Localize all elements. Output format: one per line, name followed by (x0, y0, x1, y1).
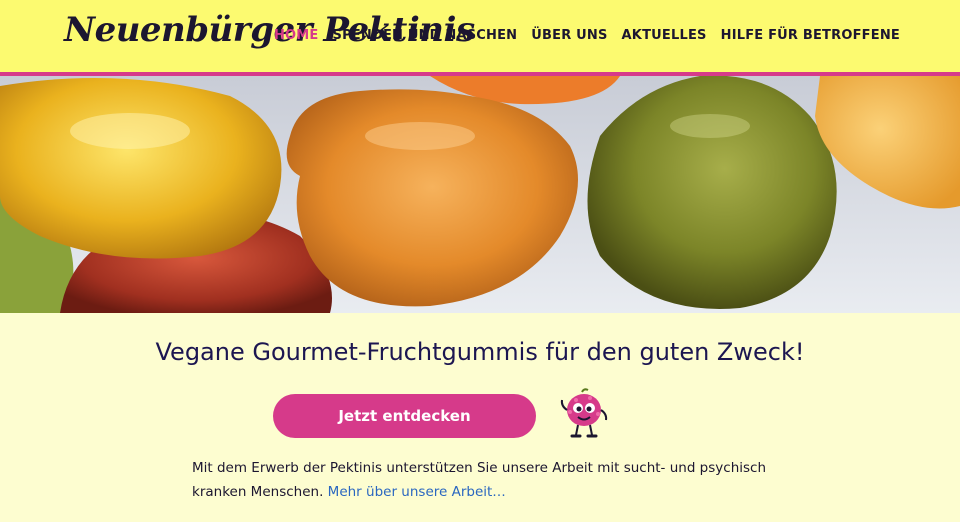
hero-image (0, 76, 960, 313)
raspberry-mascot-icon (560, 388, 608, 438)
main-nav: HOME SPENDEN UND NASCHEN ÜBER UNS AKTUEL… (274, 28, 900, 43)
nav-item-hilfe[interactable]: HILFE FÜR BETROFFENE (721, 28, 900, 43)
nav-item-aktuelles[interactable]: AKTUELLES (622, 28, 707, 43)
gummy-candies-photo (0, 76, 960, 313)
intro-paragraph: Mit dem Erwerb der Pektinis unterstützen… (192, 456, 792, 504)
discover-button[interactable]: Jetzt entdecken (273, 394, 536, 438)
nav-item-ueber-uns[interactable]: ÜBER UNS (531, 28, 607, 43)
site-header: Neuenbürger Pektinis HOME SPENDEN UND NA… (0, 0, 960, 76)
page-tagline: Vegane Gourmet-Fruchtgummis für den gute… (155, 338, 805, 366)
more-about-link[interactable]: Mehr über unsere Arbeit… (328, 484, 506, 500)
nav-item-spenden[interactable]: SPENDEN UND NASCHEN (333, 28, 518, 43)
nav-item-home[interactable]: HOME (274, 28, 319, 43)
